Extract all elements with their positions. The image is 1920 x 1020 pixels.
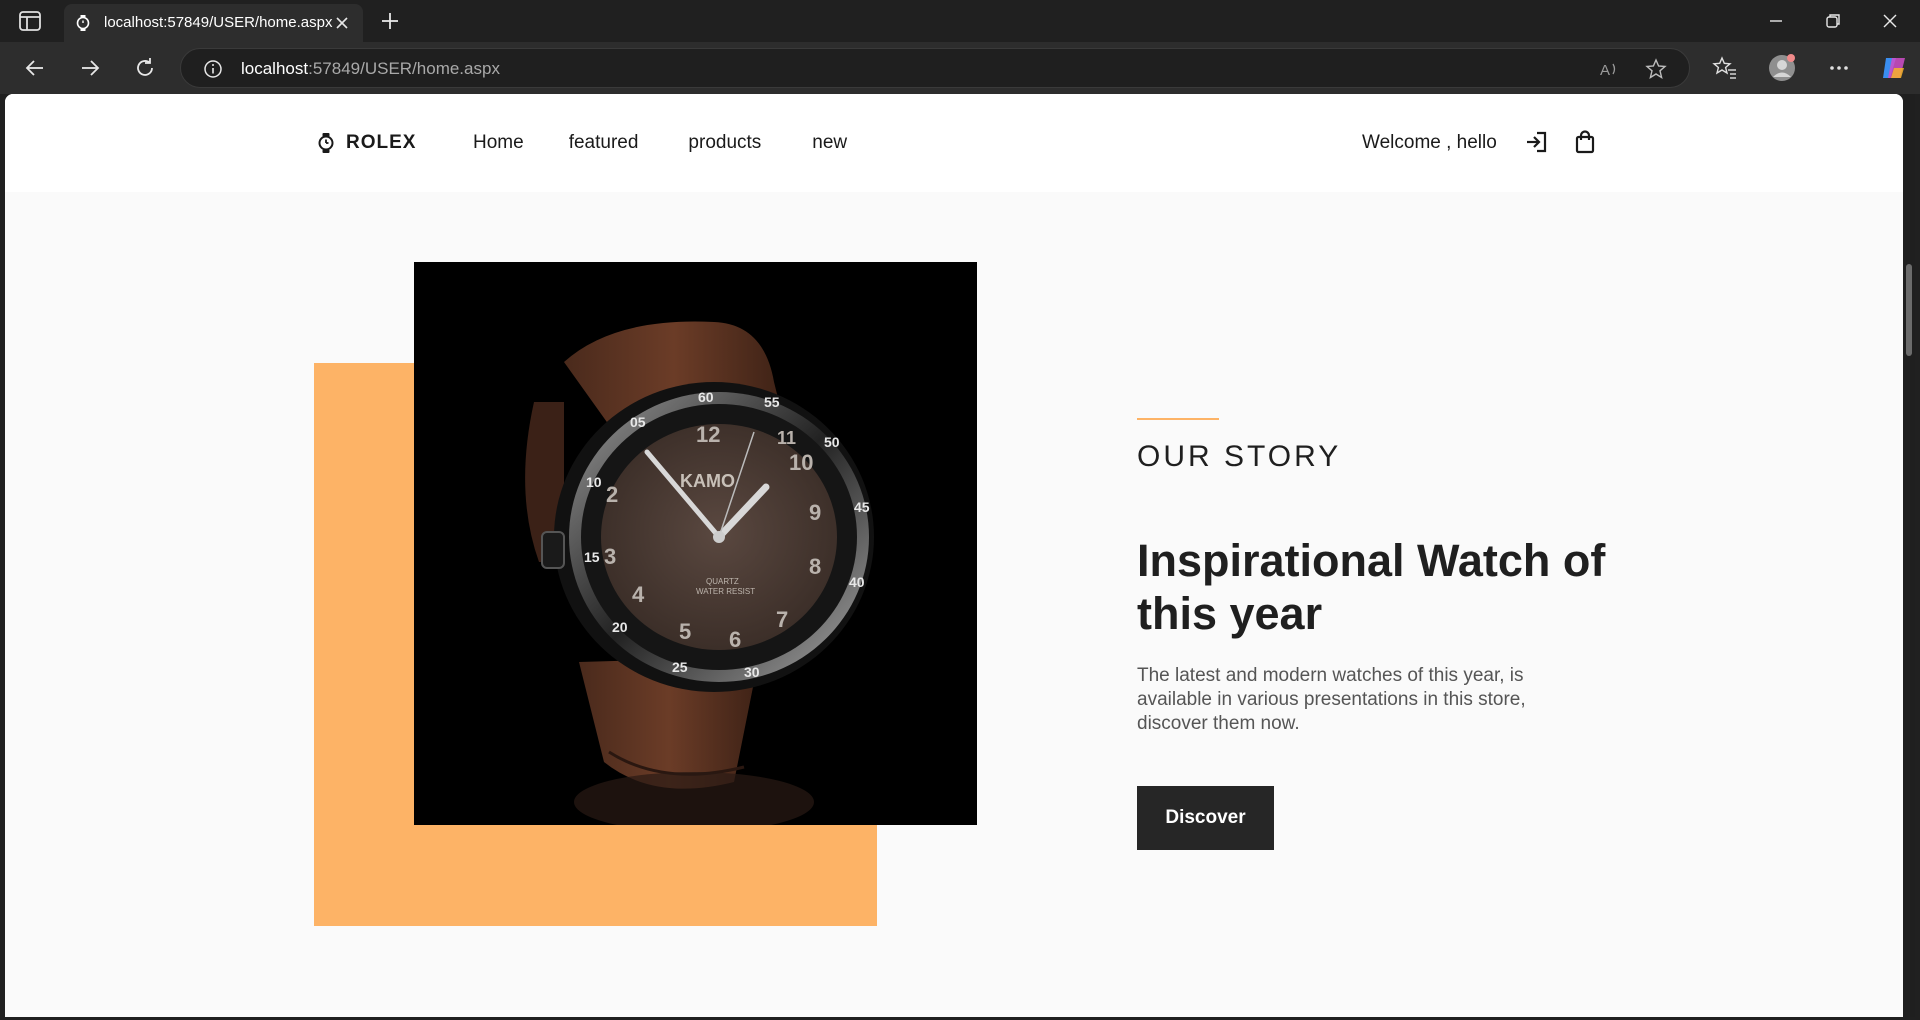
url-host: localhost xyxy=(241,59,309,78)
back-icon[interactable] xyxy=(21,54,49,82)
svg-text:2: 2 xyxy=(606,482,618,507)
story-accent-line xyxy=(1137,418,1219,420)
svg-text:3: 3 xyxy=(604,544,616,569)
restore-icon[interactable] xyxy=(1819,8,1847,34)
logo-text: ROLEX xyxy=(346,132,417,153)
dial-brand-text: KAMO xyxy=(680,471,735,491)
svg-text:45: 45 xyxy=(854,499,870,515)
login-icon[interactable] xyxy=(1524,129,1550,155)
browser-tab-active[interactable]: localhost:57849/USER/home.aspx xyxy=(64,4,363,42)
svg-text:25: 25 xyxy=(672,659,688,675)
watch-logo-icon xyxy=(318,133,334,153)
hero-headline: Inspirational Watch of this year xyxy=(1137,535,1606,639)
svg-text:55: 55 xyxy=(764,394,780,410)
favorites-icon[interactable] xyxy=(1712,55,1738,81)
copilot-icon[interactable] xyxy=(1880,54,1908,82)
page-scrollbar[interactable] xyxy=(1903,94,1915,1017)
refresh-icon[interactable] xyxy=(131,54,159,82)
svg-text:60: 60 xyxy=(698,389,714,405)
tab-close-icon[interactable] xyxy=(332,13,352,33)
dial-water-text: WATER RESIST xyxy=(696,587,755,596)
browser-tab-bar: localhost:57849/USER/home.aspx xyxy=(0,0,1920,42)
watch-favicon-icon xyxy=(76,15,90,31)
svg-text:30: 30 xyxy=(744,664,760,680)
welcome-text: Welcome , hello xyxy=(1362,132,1497,153)
tab-title: localhost:57849/USER/home.aspx xyxy=(104,14,333,31)
svg-text:05: 05 xyxy=(630,414,646,430)
address-bar[interactable]: localhost:57849/USER/home.aspx A xyxy=(180,48,1690,88)
site-header: ROLEX Home featured products new Welcome… xyxy=(5,94,1903,192)
nav-link-new[interactable]: new xyxy=(812,130,847,156)
close-window-icon[interactable] xyxy=(1876,8,1904,34)
svg-text:10: 10 xyxy=(789,450,813,475)
profile-avatar-icon[interactable] xyxy=(1767,53,1797,83)
svg-text:5: 5 xyxy=(679,619,691,644)
url-path: :57849/USER/home.aspx xyxy=(308,59,500,78)
section-eyebrow: OUR STORY xyxy=(1137,440,1342,473)
watch-illustration: 12 11 10 9 8 7 6 5 4 3 2 60 55 50 45 40 … xyxy=(525,321,874,825)
scrollbar-thumb[interactable] xyxy=(1906,264,1912,356)
site-logo[interactable]: ROLEX xyxy=(316,130,416,156)
forward-icon[interactable] xyxy=(76,54,104,82)
browser-toolbar: localhost:57849/USER/home.aspx A xyxy=(0,42,1920,94)
read-aloud-icon[interactable]: A xyxy=(1598,58,1620,80)
tab-actions-icon[interactable] xyxy=(18,10,42,32)
svg-text:20: 20 xyxy=(612,619,628,635)
site-info-icon[interactable] xyxy=(203,59,223,79)
svg-text:15: 15 xyxy=(584,549,600,565)
hero-description: The latest and modern watches of this ye… xyxy=(1137,665,1526,734)
favorite-star-icon[interactable] xyxy=(1645,58,1667,80)
svg-text:8: 8 xyxy=(809,554,821,579)
watch-product-image: 12 11 10 9 8 7 6 5 4 3 2 60 55 50 45 40 … xyxy=(414,262,977,825)
page-viewport: ROLEX Home featured products new Welcome… xyxy=(5,94,1903,1017)
svg-text:6: 6 xyxy=(729,627,741,652)
svg-text:7: 7 xyxy=(776,607,788,632)
discover-button[interactable]: Discover xyxy=(1137,786,1274,850)
dial-quartz-text: QUARTZ xyxy=(706,577,739,586)
url-text: localhost:57849/USER/home.aspx xyxy=(241,59,500,79)
svg-text:40: 40 xyxy=(849,574,865,590)
svg-text:4: 4 xyxy=(632,582,645,607)
minimize-icon[interactable] xyxy=(1762,8,1790,34)
more-options-icon[interactable] xyxy=(1826,55,1852,81)
nav-link-home[interactable]: Home xyxy=(473,130,524,156)
new-tab-icon[interactable] xyxy=(378,9,402,33)
main-nav: Home featured products new xyxy=(473,130,847,156)
svg-text:10: 10 xyxy=(586,474,602,490)
shopping-bag-icon[interactable] xyxy=(1572,129,1598,155)
nav-link-featured[interactable]: featured xyxy=(569,130,639,156)
svg-text:50: 50 xyxy=(824,434,840,450)
svg-text:12: 12 xyxy=(696,422,720,447)
svg-text:9: 9 xyxy=(809,500,821,525)
nav-link-products[interactable]: products xyxy=(688,130,761,156)
svg-text:11: 11 xyxy=(777,428,796,448)
svg-text:A: A xyxy=(1600,62,1610,79)
